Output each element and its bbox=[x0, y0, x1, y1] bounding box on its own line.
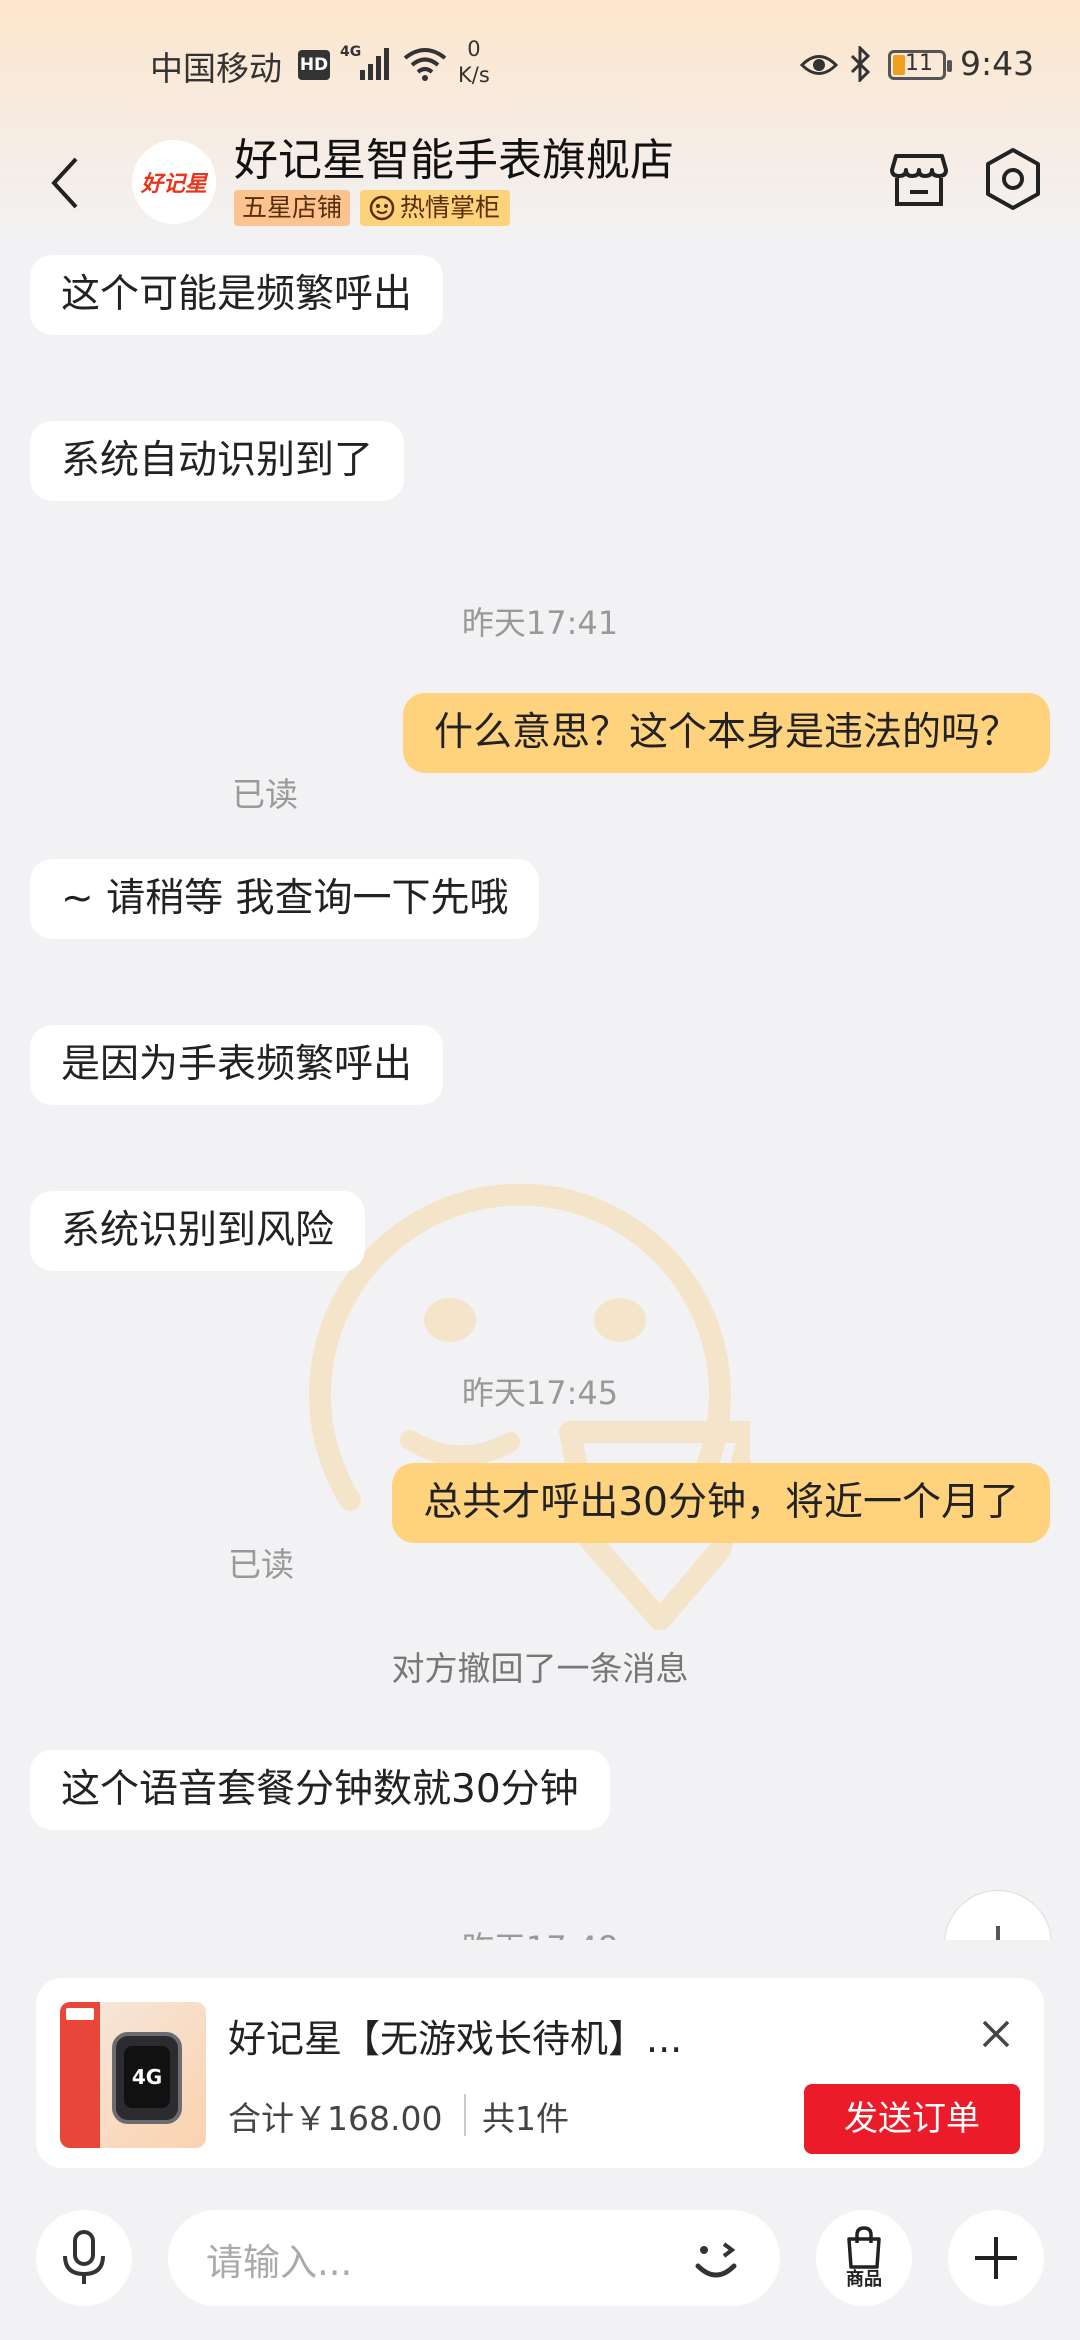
message-bubble-left[interactable]: 系统识别到风险 bbox=[30, 1191, 366, 1271]
eye-icon bbox=[799, 52, 839, 82]
message-bubble-left[interactable]: 这个语音套餐分钟数就30分钟 bbox=[30, 1750, 610, 1830]
time-separator: 昨天17:45 bbox=[461, 1374, 619, 1412]
message-input-placeholder: 请输入... bbox=[206, 2241, 353, 2284]
chevron-left-icon bbox=[51, 157, 78, 209]
shop-logo-text: 好记星 bbox=[140, 172, 207, 197]
divider bbox=[464, 2094, 466, 2136]
hot-keeper-label: 热情掌柜 bbox=[400, 193, 501, 222]
message-bubble-left[interactable]: 是因为手表频繁呼出 bbox=[30, 1025, 444, 1105]
input-bar: 请输入... 商品 bbox=[0, 2190, 1080, 2340]
time-separator: 昨天17:41 bbox=[461, 604, 619, 642]
send-order-button[interactable]: 发送订单 bbox=[804, 2084, 1020, 2154]
store-button[interactable] bbox=[888, 148, 950, 210]
time-separator: 昨天17:48 bbox=[0, 1923, 1080, 1940]
read-status: 已读 bbox=[228, 1545, 294, 1584]
wifi-icon bbox=[402, 46, 448, 86]
back-button[interactable] bbox=[40, 148, 90, 218]
settings-button[interactable] bbox=[982, 146, 1044, 212]
message-bubble-right[interactable]: 总共才呼出30分钟，将近一个月了 bbox=[392, 1463, 1050, 1543]
close-product-card-button[interactable] bbox=[976, 2014, 1016, 2054]
shop-name[interactable]: 好记星智能手表旗舰店 bbox=[234, 124, 674, 188]
product-card[interactable]: 4G 好记星【无游戏长待机】... 合计￥168.00 共1件 发送订单 bbox=[36, 1978, 1044, 2168]
store-rating-badge: 五星店铺 bbox=[234, 190, 351, 226]
goods-button[interactable]: 商品 bbox=[816, 2210, 912, 2306]
more-button[interactable] bbox=[948, 2210, 1044, 2306]
message-bubble-left[interactable]: 系统自动识别到了 bbox=[30, 421, 405, 501]
battery-icon: 11 bbox=[888, 50, 952, 80]
chat-area[interactable]: 这个可能是频繁呼出 系统自动识别到了 昨天17:41 已读 什么意思？这个本身是… bbox=[0, 250, 1080, 1940]
message-bubble-right[interactable]: 什么意思？这个本身是违法的吗？ bbox=[402, 693, 1050, 773]
order-quantity: 共1件 bbox=[482, 2099, 569, 2138]
svg-text:4G: 4G bbox=[340, 44, 361, 60]
shop-avatar[interactable]: 好记星 bbox=[132, 140, 216, 224]
network-speed: 0 K/s bbox=[458, 37, 490, 87]
store-icon bbox=[890, 154, 948, 206]
message-bubble-left[interactable]: ~ 请稍等 我查询一下先哦 bbox=[30, 859, 540, 939]
product-thumbnail[interactable]: 4G bbox=[60, 2002, 206, 2148]
scroll-to-bottom-button[interactable] bbox=[944, 1890, 1052, 1940]
signal-icon: 4G bbox=[338, 40, 398, 88]
hot-keeper-badge: 热情掌柜 bbox=[360, 190, 511, 226]
order-total: 合计￥168.00 bbox=[228, 2099, 443, 2138]
recall-notice: 对方撤回了一条消息 bbox=[391, 1649, 689, 1688]
hd-icon: HD bbox=[298, 50, 330, 80]
status-bar: 中国移动 HD 4G 0 K/s 11 9:43 bbox=[0, 0, 1080, 130]
close-icon bbox=[982, 2020, 1010, 2048]
microphone-icon bbox=[63, 2230, 105, 2284]
goods-label: 商品 bbox=[846, 2269, 882, 2290]
wink-emoji-icon bbox=[695, 2242, 737, 2278]
message-input[interactable]: 请输入... bbox=[168, 2210, 780, 2306]
carrier-label: 中国移动 bbox=[150, 49, 282, 88]
message-bubble-left[interactable]: 这个可能是频繁呼出 bbox=[30, 255, 444, 335]
bluetooth-icon bbox=[848, 44, 872, 86]
clock: 9:43 bbox=[960, 44, 1035, 83]
smile-badge-icon bbox=[369, 195, 395, 221]
plus-icon bbox=[975, 2237, 1017, 2279]
emoji-button[interactable] bbox=[684, 2228, 748, 2292]
read-status: 已读 bbox=[232, 775, 298, 814]
voice-button[interactable] bbox=[36, 2210, 132, 2306]
arrow-down-icon bbox=[996, 1926, 1000, 1940]
product-title[interactable]: 好记星【无游戏长待机】... bbox=[228, 2008, 682, 2063]
battery-level: 11 bbox=[905, 51, 933, 76]
watch-screen-label: 4G bbox=[124, 2046, 170, 2108]
hexagon-settings-icon bbox=[986, 148, 1040, 210]
